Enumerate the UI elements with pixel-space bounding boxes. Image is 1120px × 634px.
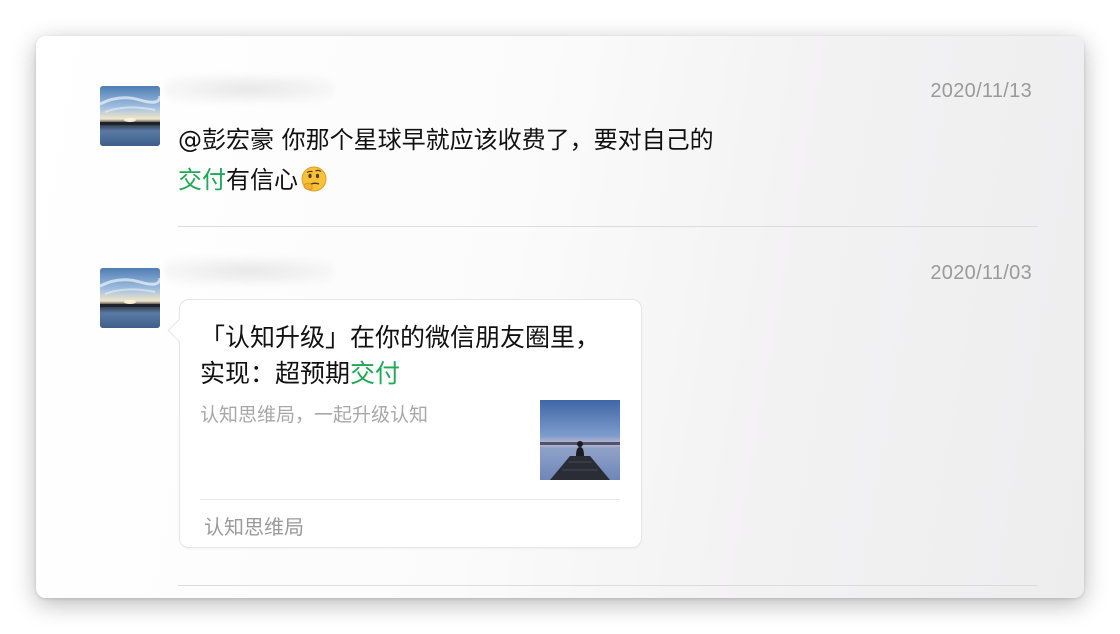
- card-divider: [200, 499, 620, 500]
- comment-line2: 有信心: [226, 166, 298, 194]
- post-date: 2020/11/03: [930, 262, 1032, 284]
- bubble-tail: [167, 318, 192, 343]
- entry-divider: [178, 585, 1038, 586]
- moments-feed-card: 2020/11/13 @彭宏豪 你那个星球早就应该收费了，要对自己的 交付有信心: [36, 36, 1084, 598]
- article-description: 认知思维局，一起升级认知: [200, 404, 429, 426]
- avatar[interactable]: [100, 86, 160, 146]
- article-thumbnail[interactable]: [540, 400, 620, 480]
- entry-divider: [178, 226, 1038, 227]
- post-date: 2020/11/13: [930, 80, 1032, 102]
- highlight-keyword[interactable]: 交付: [350, 359, 400, 388]
- article-title[interactable]: 「认知升级」在你的微信朋友圈里，实现：超预期交付: [200, 320, 620, 392]
- blurred-username: [164, 76, 334, 102]
- comment-line1: 你那个星球早就应该收费了，要对自己的: [274, 126, 714, 154]
- shared-article-card[interactable]: 「认知升级」在你的微信朋友圈里，实现：超预期交付 认知思维局，一起升级认知 认知…: [167, 299, 642, 548]
- avatar[interactable]: [100, 268, 160, 328]
- thinking-face-icon: [300, 165, 328, 193]
- blurred-username: [164, 258, 334, 284]
- comment-text: @彭宏豪 你那个星球早就应该收费了，要对自己的 交付有信心: [178, 120, 798, 200]
- mention-link[interactable]: @彭宏豪: [178, 126, 274, 154]
- article-source[interactable]: 认知思维局: [204, 511, 304, 540]
- highlight-keyword[interactable]: 交付: [178, 166, 226, 194]
